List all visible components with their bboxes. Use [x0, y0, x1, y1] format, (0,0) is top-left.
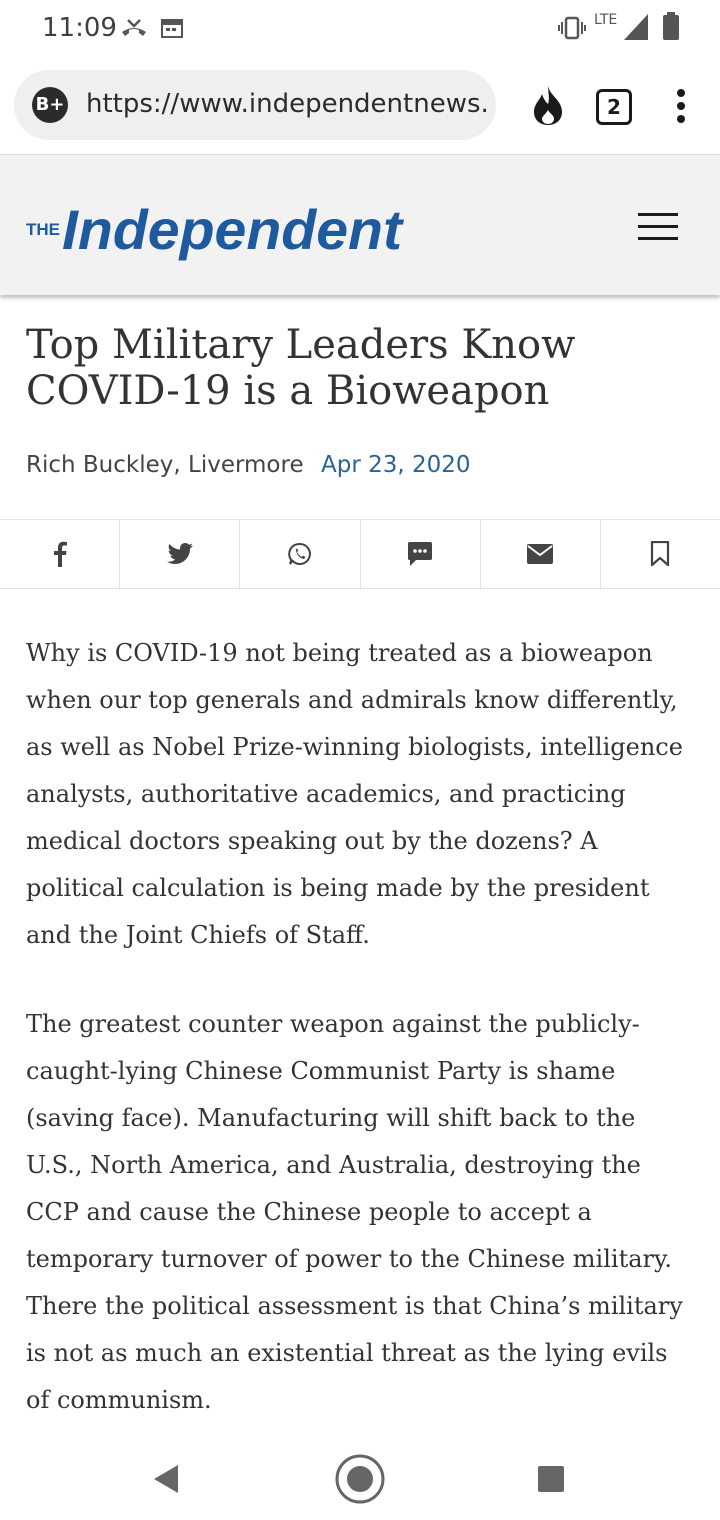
- share-whatsapp-button[interactable]: [240, 520, 361, 588]
- fire-icon[interactable]: [530, 84, 566, 126]
- hamburger-line: [638, 213, 678, 216]
- missed-call-icon: [122, 19, 146, 36]
- status-bar: 11:09 LTE: [0, 0, 720, 56]
- whatsapp-icon: [288, 542, 311, 565]
- hamburger-line: [638, 237, 678, 240]
- recents-icon[interactable]: [538, 1466, 564, 1492]
- signal-icon: [624, 14, 648, 40]
- facebook-icon: [53, 541, 67, 567]
- logo-name: Independent: [62, 198, 404, 261]
- article-paragraph: The greatest counter weapon against the …: [26, 1010, 683, 1414]
- logo-prefix: THE: [26, 220, 60, 239]
- site-logo[interactable]: THE Independent: [26, 191, 406, 267]
- battery-icon: [663, 12, 679, 40]
- browser-badge-icon[interactable]: B+: [32, 87, 68, 123]
- vibrate-icon: [558, 16, 586, 40]
- sms-icon: [408, 542, 433, 566]
- article-paragraph: Why is COVID-19 not being treated as a b…: [26, 639, 683, 949]
- email-icon: [527, 544, 554, 564]
- share-twitter-button[interactable]: [120, 520, 241, 588]
- back-icon[interactable]: [152, 1463, 180, 1495]
- bookmark-button[interactable]: [601, 520, 720, 588]
- article-headline: Top Military Leaders Know COVID-19 is a …: [26, 322, 576, 414]
- browser-toolbar: B+ https://www.independentnews. 2: [0, 56, 720, 154]
- hamburger-line: [638, 225, 678, 228]
- system-nav-bar: [0, 1440, 720, 1520]
- menu-button[interactable]: [638, 213, 678, 241]
- bookmark-icon: [651, 541, 670, 567]
- share-email-button[interactable]: [481, 520, 601, 588]
- more-vert-icon[interactable]: [674, 88, 688, 124]
- site-header: THE Independent: [0, 154, 720, 295]
- share-bar: [0, 519, 720, 589]
- tabs-button[interactable]: 2: [596, 89, 632, 125]
- article-date[interactable]: Apr 23, 2020: [321, 452, 471, 478]
- calendar-icon: [161, 19, 183, 38]
- share-facebook-button[interactable]: [0, 520, 121, 588]
- url-text[interactable]: https://www.independentnews.: [86, 89, 486, 119]
- home-icon[interactable]: [334, 1453, 386, 1505]
- address-bar[interactable]: B+ https://www.independentnews.: [14, 70, 496, 140]
- network-label: LTE: [594, 12, 618, 28]
- share-sms-button[interactable]: [361, 520, 481, 588]
- status-time: 11:09: [42, 13, 117, 43]
- article-author[interactable]: Rich Buckley, Livermore: [26, 452, 304, 478]
- twitter-icon: [166, 543, 193, 564]
